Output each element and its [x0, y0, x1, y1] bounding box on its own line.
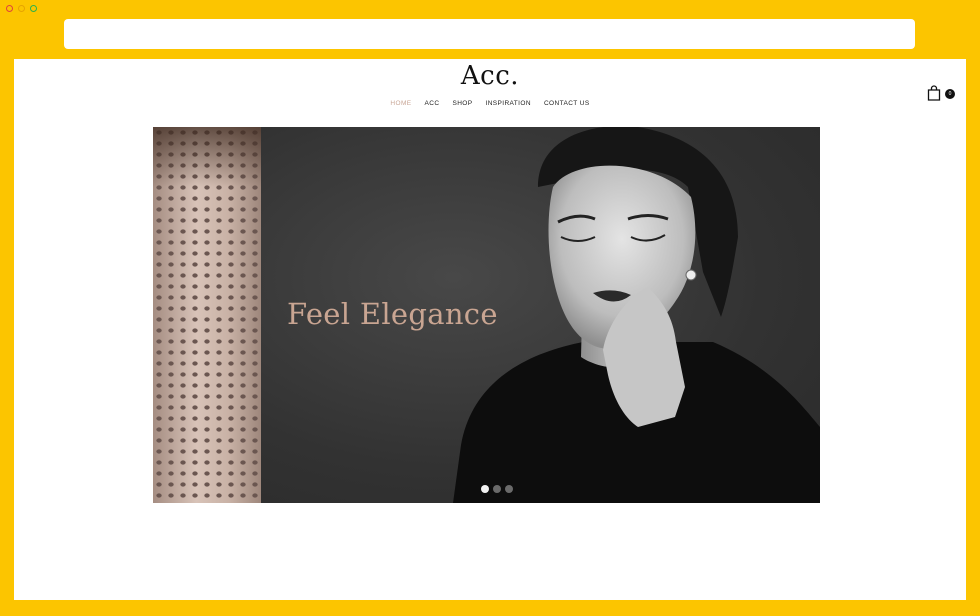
nav-item-inspiration[interactable]: INSPIRATION [485, 100, 530, 107]
main-nav: HOME ACC SHOP INSPIRATION CONTACT US [14, 100, 966, 107]
minimize-window-icon[interactable] [18, 5, 25, 12]
address-bar[interactable] [64, 19, 915, 49]
hero-slider: Feel Elegance [153, 127, 820, 503]
cart-count-badge: 0 [945, 89, 955, 99]
slide-dot-3[interactable] [505, 485, 513, 493]
site-logo[interactable]: Acc. [14, 59, 966, 93]
nav-item-contact-us[interactable]: CONTACT US [544, 100, 590, 107]
browser-viewport: Acc. HOME ACC SHOP INSPIRATION CONTACT U… [14, 59, 966, 600]
maximize-window-icon[interactable] [30, 5, 37, 12]
model-portrait-image [453, 127, 820, 503]
cart-button[interactable]: 0 [927, 85, 955, 103]
window-controls [6, 5, 37, 12]
slider-pagination [481, 485, 513, 493]
nav-item-acc[interactable]: ACC [425, 100, 440, 107]
knit-image-shadow [153, 127, 261, 187]
close-window-icon[interactable] [6, 5, 13, 12]
nav-item-home[interactable]: HOME [390, 100, 411, 107]
slide-dot-1[interactable] [481, 485, 489, 493]
shopping-bag-icon [927, 85, 941, 101]
nav-item-shop[interactable]: SHOP [452, 100, 472, 107]
hero-title: Feel Elegance [287, 297, 498, 331]
slide-dot-2[interactable] [493, 485, 501, 493]
